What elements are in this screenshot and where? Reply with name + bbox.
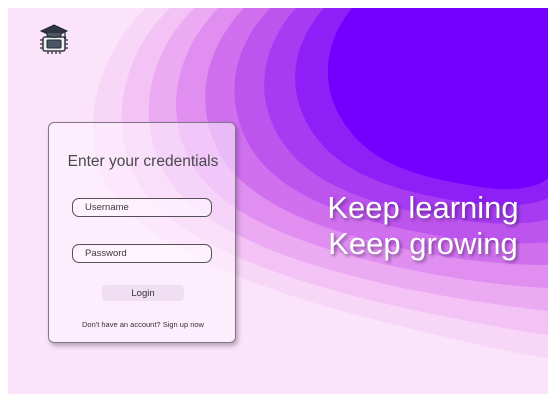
tagline: Keep learning Keep growing (308, 190, 538, 262)
username-input[interactable] (72, 198, 212, 217)
login-page: Enter your credentials Login Don't have … (8, 8, 548, 394)
signup-prompt: Don't have an account? (82, 320, 161, 329)
signup-link[interactable]: Sign up now (163, 320, 204, 329)
password-input[interactable] (72, 244, 212, 263)
tagline-line-2: Keep growing (328, 226, 518, 261)
login-card: Enter your credentials Login Don't have … (48, 122, 236, 343)
login-button[interactable]: Login (102, 285, 184, 301)
tagline-line-1: Keep learning (327, 190, 519, 225)
card-title: Enter your credentials (67, 153, 219, 170)
signup-prompt-row: Don't have an account? Sign up now (49, 320, 237, 329)
graduation-cap-chip-icon (39, 24, 69, 54)
